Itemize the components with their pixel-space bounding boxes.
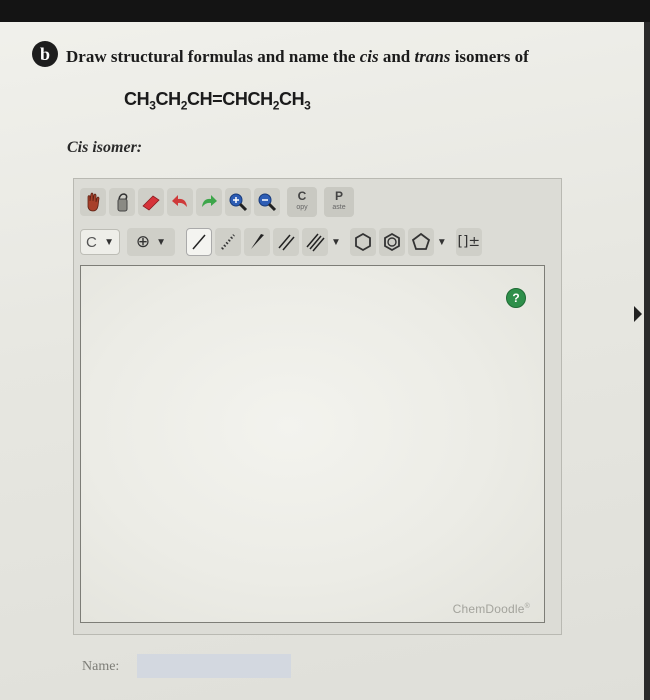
name-input[interactable] [137,654,291,678]
chemdoodle-editor: C opy P aste C ▼ ⊕ ▼ ▼ ▼ []± ? ChemDoodl… [73,178,562,635]
eraser-icon [142,195,160,211]
zoom-in-button[interactable] [225,188,251,216]
double-bond-button[interactable] [273,228,299,256]
bracket-icon: []± [457,234,481,250]
toolbar-row-1: C opy P aste [80,187,354,217]
chemdoodle-logo: ChemDoodle® [452,602,530,616]
ring-menu-chevron-icon[interactable]: ▼ [437,237,447,248]
undo-button[interactable] [167,188,193,216]
copy-sub: opy [296,204,308,211]
drawing-canvas[interactable]: ? ChemDoodle® [80,265,545,623]
charge-icon: ⊕ [135,232,151,252]
cis-isomer-label: Cis isomer: [67,139,143,156]
hashed-bond-button[interactable] [215,228,241,256]
single-bond-button[interactable] [186,228,212,256]
redo-button[interactable] [196,188,222,216]
undo-icon [172,195,187,207]
question-text: Draw structural formulas and name the ci… [66,47,529,66]
question-badge: b [32,41,58,67]
help-icon[interactable]: ? [506,288,526,308]
triple-bond-icon [306,233,325,252]
molecular-formula: CH3CH2CH=CHCH2CH3 [124,89,311,113]
lasso-tool-button[interactable] [109,188,135,216]
chevron-down-icon: ▼ [156,236,167,248]
zoom-out-button[interactable] [254,188,280,216]
cyclopentane-icon [411,232,430,250]
charge-selector[interactable]: ⊕ ▼ [127,228,175,256]
cyclohexane-button[interactable] [349,228,376,256]
cyclohexane-icon [355,232,371,252]
name-label: Name: [82,659,120,674]
wedge-bond-button[interactable] [244,228,270,256]
trans-word: trans [414,47,451,66]
copy-button[interactable]: C opy [287,187,317,217]
zoom-in-icon [229,193,248,212]
next-arrow-icon[interactable] [634,306,642,322]
hand-icon [87,192,100,212]
redo-icon [202,195,217,207]
paste-letter: P [334,189,343,203]
cis-word: cis [359,47,379,66]
top-bezel [0,0,650,22]
eraser-button[interactable] [138,188,164,216]
toolbar-row-2: C ▼ ⊕ ▼ ▼ ▼ []± [80,228,482,256]
benzene-button[interactable] [378,228,405,256]
hand-tool-button[interactable] [80,188,106,216]
single-bond-icon [192,234,206,250]
benzene-icon [384,232,400,252]
zoom-out-icon [258,193,277,212]
cyclopentane-button[interactable] [407,228,434,256]
paste-button[interactable]: P aste [324,187,354,217]
hashed-bond-icon [221,234,235,250]
chevron-down-icon: ▼ [104,236,114,248]
right-bezel [644,22,650,700]
element-selector[interactable]: C ▼ [80,229,120,255]
copy-letter: C [297,189,307,203]
bracket-button[interactable]: []± [455,228,482,256]
triple-bond-button[interactable] [302,228,328,256]
double-bond-icon [278,234,295,251]
bond-menu-chevron-icon[interactable]: ▼ [331,237,341,248]
paste-sub: aste [332,204,346,211]
wedge-bond-icon [251,234,264,249]
lasso-icon [117,193,128,212]
element-value: C [86,233,97,251]
